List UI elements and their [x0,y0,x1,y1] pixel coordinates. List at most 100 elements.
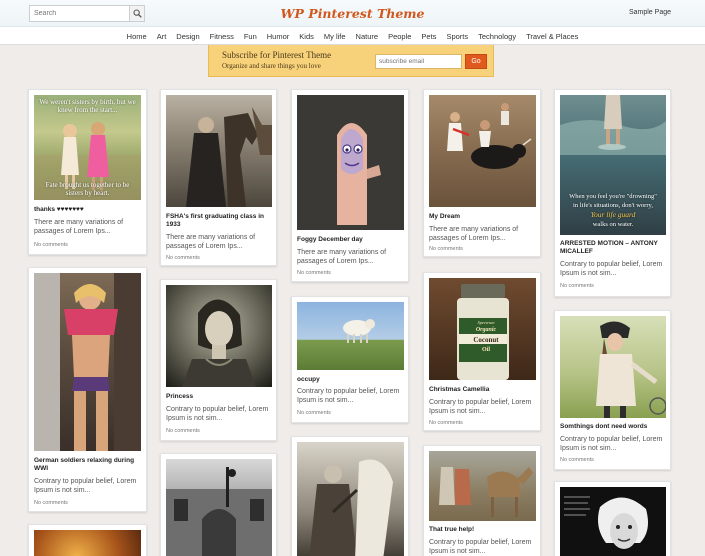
pin-image[interactable] [560,487,666,556]
pin-excerpt: Contrary to popular belief, Lorem Ipsum … [429,539,532,555]
pin-card[interactable]: That true help! Contrary to popular beli… [423,445,541,556]
pin-image[interactable] [166,285,272,387]
pin-card[interactable]: Spectrum Organic Coconut Oil Christmas C… [423,272,541,431]
jar-label-coconut: Coconut [473,336,499,344]
pin-card[interactable] [291,436,409,556]
sample-page-link[interactable]: Sample Page [629,9,671,16]
site-title[interactable]: WP Pinterest Theme [260,6,445,21]
overlay-caption-bottom: Fate brought us together to be sisters b… [45,181,130,197]
pin-card[interactable] [160,453,277,556]
pin-title[interactable]: FSHA's first graduating class in 1933 [166,213,272,229]
vintage-photo-illustration [309,459,393,556]
pin-image[interactable] [297,442,404,556]
pin-comments[interactable]: No comments [34,242,68,248]
pin-card[interactable]: FSHA's first graduating class in 1933 Th… [160,89,277,266]
pin-title[interactable]: That true help! [429,526,536,534]
pin-card[interactable]: occupy Contrary to popular belief, Lorem… [291,296,409,423]
pin-excerpt: There are many variations of passages of… [34,219,124,235]
pin-comments[interactable]: No comments [560,283,594,289]
pin-title[interactable]: German soldiers relaxing during WWI [34,457,141,473]
pin-title[interactable]: My Dream [429,213,536,221]
pin-excerpt: There are many variations of passages of… [429,226,519,242]
overlay-caption-line-1: When you feel you're "drowning" [569,193,657,200]
pin-image[interactable] [429,451,536,521]
nav-item-sports[interactable]: Sports [446,32,468,41]
nav-item-travel-places[interactable]: Travel & Places [526,32,578,41]
nav-item-home[interactable]: Home [127,32,147,41]
pin-image[interactable]: We weren't sisters by birth, but we knew… [34,95,141,200]
pin-comments[interactable]: No comments [166,428,200,434]
overlay-caption-line-4: walks on water. [592,221,634,228]
pin-comments[interactable]: No comments [429,420,463,426]
pin-image[interactable] [560,316,666,418]
pin-comments[interactable]: No comments [560,457,594,463]
pin-comments[interactable]: No comments [297,270,331,276]
pin-excerpt: There are many variations of passages of… [297,249,387,265]
pin-image[interactable] [297,95,404,230]
pin-title[interactable]: Princess [166,393,272,401]
main-nav: Home Art Design Fitness Fun Humor Kids M… [0,27,705,45]
pin-comments[interactable]: No comments [166,255,200,261]
top-header: WP Pinterest Theme Sample Page [0,0,705,27]
pin-title[interactable]: Foggy December day [297,236,404,244]
marilyn-illustration [564,496,648,549]
pin-card[interactable]: German soldiers relaxing during WWI Cont… [28,267,147,512]
subscribe-email-input[interactable] [375,54,462,69]
jar-label-organic: Organic [475,327,497,333]
finger-illustration [297,95,404,230]
nav-item-technology[interactable]: Technology [478,32,516,41]
nav-item-pets[interactable]: Pets [421,32,436,41]
pin-card[interactable]: Somthings dont need words Contrary to po… [554,310,671,470]
pin-excerpt: Contrary to popular belief, Lorem Ipsum … [34,478,137,494]
pin-title[interactable]: occupy [297,376,404,384]
pin-excerpt: Contrary to popular belief, Lorem Ipsum … [297,388,400,404]
overlay-caption-line-3: Your life guard [590,210,636,219]
pin-title[interactable]: thanks ♥♥♥♥♥♥♥ [34,206,141,214]
pin-title[interactable]: Somthings dont need words [560,423,666,431]
pin-image[interactable] [429,95,536,207]
nav-item-design[interactable]: Design [176,32,199,41]
nav-item-fun[interactable]: Fun [244,32,257,41]
subscribe-go-button[interactable]: Go [465,54,487,69]
nav-item-kids[interactable]: Kids [299,32,314,41]
pin-image[interactable] [34,530,141,556]
nav-item-my-life[interactable]: My life [324,32,346,41]
pin-card[interactable]: Princess Contrary to popular belief, Lor… [160,279,277,441]
pin-image[interactable] [166,459,272,556]
pin-excerpt: Contrary to popular belief, Lorem Ipsum … [560,261,663,277]
pin-card[interactable]: My Dream There are many variations of pa… [423,89,541,257]
pin-card[interactable]: When you feel you're "drowning" in life'… [554,89,671,297]
pin-image[interactable] [34,273,141,451]
nav-item-nature[interactable]: Nature [356,32,379,41]
pin-card[interactable]: Foggy December day There are many variat… [291,89,409,282]
nav-item-people[interactable]: People [388,32,411,41]
subscribe-title: Subscribe for Pinterest Theme [222,50,332,60]
jar-label-oil: Oil [481,347,490,353]
search-input[interactable] [30,6,129,21]
horse-illustration [186,107,272,207]
pin-title[interactable]: ARRESTED MOTION – ANTONY MICALLEF [560,240,666,256]
pin-excerpt: Contrary to popular belief, Lorem Ipsum … [429,399,532,415]
pin-comments[interactable]: No comments [297,410,331,416]
princess-illustration [182,299,256,387]
pin-card[interactable]: We weren't sisters by birth, but we knew… [28,89,147,255]
girl-illustration [596,321,666,418]
pin-excerpt: Contrary to popular belief, Lorem Ipsum … [560,436,663,452]
pin-image[interactable]: Spectrum Organic Coconut Oil [429,278,536,380]
pin-comments[interactable]: No comments [429,246,463,252]
pin-excerpt: Contrary to popular belief, Lorem Ipsum … [166,406,269,422]
pin-image[interactable] [297,302,404,370]
search-button[interactable] [129,6,144,21]
jar-label-brand: Spectrum [477,320,495,325]
building-illustration [166,467,272,556]
pin-comments[interactable]: No comments [34,500,68,506]
nav-item-humor[interactable]: Humor [267,32,290,41]
pin-image[interactable] [166,95,272,207]
nav-item-fitness[interactable]: Fitness [210,32,234,41]
pin-image[interactable]: When you feel you're "drowning" in life'… [560,95,666,235]
nav-item-art[interactable]: Art [157,32,167,41]
pin-title[interactable]: Christmas Camellia [429,386,536,394]
search-icon [133,9,142,18]
pin-card[interactable] [28,524,147,556]
pin-card[interactable] [554,481,671,556]
